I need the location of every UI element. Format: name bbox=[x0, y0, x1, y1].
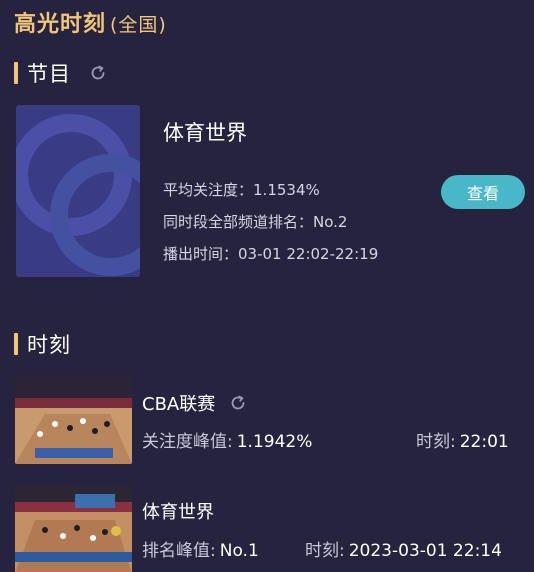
moment-title-text: 体育世界 bbox=[142, 502, 214, 523]
refresh-icon[interactable] bbox=[89, 64, 107, 82]
refresh-icon[interactable] bbox=[229, 394, 247, 412]
moment-time-label: 时刻: bbox=[416, 432, 456, 452]
channel-rank-value: No.2 bbox=[313, 213, 348, 231]
program-thumbnail[interactable] bbox=[16, 105, 140, 277]
airtime-label: 播出时间： bbox=[163, 245, 239, 263]
moment-thumbnail[interactable] bbox=[15, 376, 132, 464]
moments-section-label: 时刻 bbox=[27, 333, 71, 357]
moment-item[interactable]: CBA联赛 关注度峰值: 1.1942% 时刻: 22:01 bbox=[15, 376, 529, 466]
moment-stat-label: 排名峰值: bbox=[142, 541, 216, 561]
section-accent-bar bbox=[14, 333, 18, 355]
program-card: 体育世界 平均关注度：1.1534% 同时段全部频道排名：No.2 播出时间：0… bbox=[16, 105, 526, 280]
moment-title: CBA联赛 bbox=[142, 390, 247, 416]
moment-title-text: CBA联赛 bbox=[142, 394, 216, 415]
page-title: 高光时刻 (全国) bbox=[14, 6, 167, 38]
avg-attention-value: 1.1534% bbox=[253, 181, 320, 199]
channel-rank: 同时段全部频道排名：No.2 bbox=[163, 211, 347, 232]
airtime-value: 03-01 22:02-22:19 bbox=[238, 245, 379, 263]
moment-thumbnail[interactable] bbox=[15, 486, 132, 572]
moment-stat-value: No.1 bbox=[219, 541, 259, 561]
page-title-text: 高光时刻 bbox=[14, 12, 107, 37]
program-section-label: 节目 bbox=[27, 62, 71, 86]
avg-attention-label: 平均关注度： bbox=[163, 181, 254, 199]
moment-time: 时刻: 22:01 bbox=[416, 427, 509, 452]
moment-stat-value: 1.1942% bbox=[236, 432, 313, 452]
moments-section-header: 时刻 bbox=[14, 329, 71, 359]
moment-time-label: 时刻: bbox=[305, 541, 345, 561]
moment-stat: 排名峰值: No.1 bbox=[142, 536, 259, 561]
program-name[interactable]: 体育世界 bbox=[163, 117, 247, 147]
section-accent-bar bbox=[14, 62, 18, 84]
moment-time: 时刻: 2023-03-01 22:14 bbox=[305, 536, 502, 561]
moment-time-value: 22:01 bbox=[459, 432, 509, 452]
airtime: 播出时间：03-01 22:02-22:19 bbox=[163, 243, 378, 264]
moment-stat-label: 关注度峰值: bbox=[142, 432, 233, 452]
page-scope: (全国) bbox=[110, 14, 167, 36]
avg-attention: 平均关注度：1.1534% bbox=[163, 179, 320, 200]
moment-item[interactable]: 体育世界 排名峰值: No.1 时刻: 2023-03-01 22:14 bbox=[15, 486, 529, 572]
moment-time-value: 2023-03-01 22:14 bbox=[348, 541, 502, 561]
moment-title: 体育世界 bbox=[142, 498, 214, 524]
moment-stat: 关注度峰值: 1.1942% bbox=[142, 427, 312, 452]
view-button[interactable]: 查看 bbox=[441, 175, 525, 209]
program-section-header: 节目 bbox=[14, 58, 107, 88]
channel-rank-label: 同时段全部频道排名： bbox=[163, 213, 314, 231]
